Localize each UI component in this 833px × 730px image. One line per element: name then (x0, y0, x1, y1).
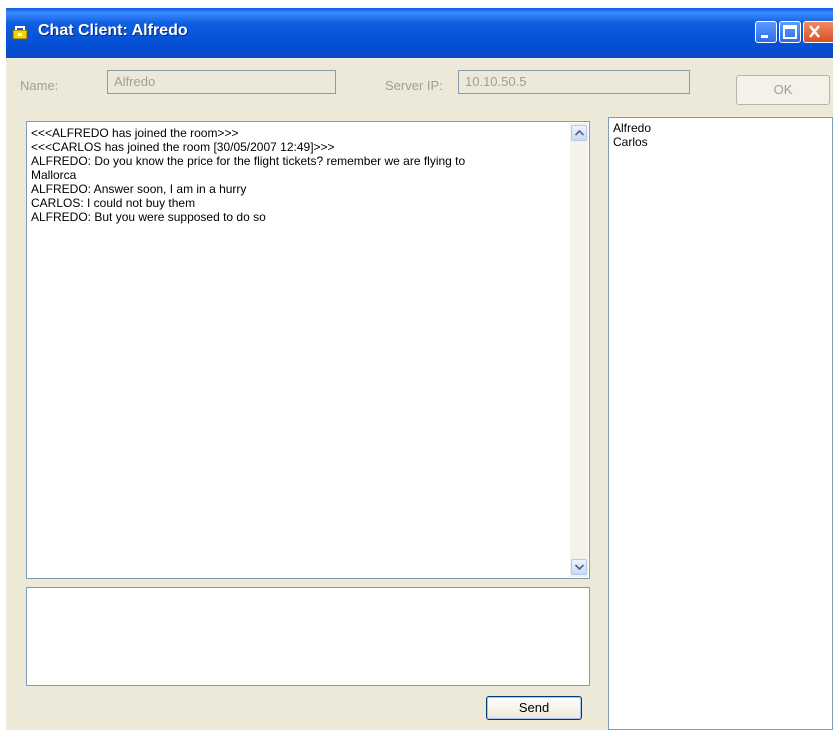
name-label: Name: (20, 78, 59, 93)
close-button[interactable] (803, 21, 833, 43)
maximize-button[interactable] (779, 21, 801, 43)
name-field[interactable]: Alfredo (107, 70, 336, 94)
server-ip-field[interactable]: 10.10.50.5 (458, 70, 690, 94)
user-list-items: Alfredo Carlos (613, 121, 651, 149)
close-icon (809, 25, 820, 38)
chevron-down-icon (575, 564, 584, 570)
maximize-icon (783, 25, 797, 39)
chat-message: ALFREDO: Answer soon, I am in a hurry (31, 182, 247, 196)
app-icon (12, 26, 28, 40)
chat-message: <<<ALFREDO has joined the room>>> (31, 126, 239, 140)
scroll-up-button[interactable] (571, 125, 587, 141)
chat-log[interactable]: <<<ALFREDO has joined the room>>> <<<CARL… (26, 121, 590, 579)
chat-message: ALFREDO: Do you know the price for the f… (31, 154, 466, 168)
ok-button[interactable]: OK (736, 75, 830, 105)
chat-message: ALFREDO: But you were supposed to do so (31, 210, 266, 224)
chat-messages: <<<ALFREDO has joined the room>>> <<<CARL… (31, 126, 561, 224)
minimize-icon (761, 35, 768, 38)
user-list-item[interactable]: Carlos (613, 135, 651, 149)
chat-message: <<<CARLOS has joined the room [30/05/200… (31, 140, 335, 154)
chevron-up-icon (575, 130, 584, 136)
chat-scrollbar[interactable] (570, 123, 588, 577)
chat-message: CARLOS: I could not buy them (31, 196, 196, 210)
scroll-down-button[interactable] (571, 559, 587, 575)
window-title: Chat Client: Alfredo (38, 22, 188, 39)
user-list-item[interactable]: Alfredo (613, 121, 651, 135)
chat-message: Mallorca (31, 168, 77, 182)
send-button[interactable]: Send (486, 696, 582, 720)
server-ip-label: Server IP: (385, 78, 443, 93)
minimize-button[interactable] (755, 21, 777, 43)
chat-client-window: Chat Client: Alfredo Name: Alfredo Serve… (6, 8, 833, 730)
title-bar[interactable]: Chat Client: Alfredo (6, 8, 833, 58)
message-input[interactable] (26, 587, 590, 686)
user-list[interactable]: Alfredo Carlos (608, 117, 833, 730)
